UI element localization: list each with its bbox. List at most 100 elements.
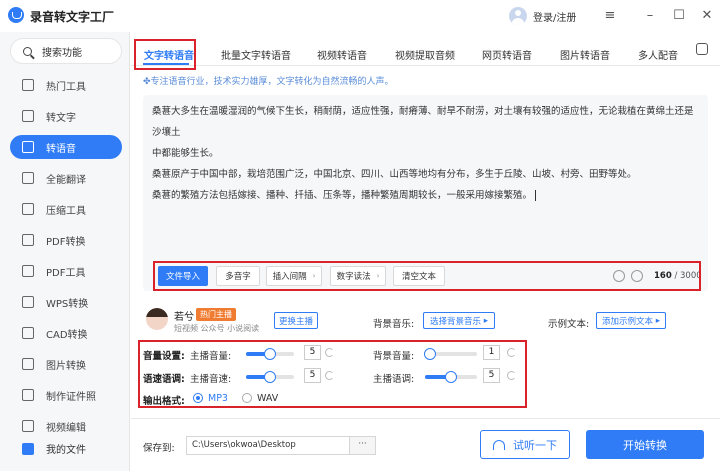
tab-webpage-to-speech[interactable]: 网页转语音 — [482, 47, 532, 62]
editor-line: 桑葚的繁殖方法包括嫁接、播种、扦插、压条等，播种繁殖周期较长，一般采用嫁接繁殖。 — [152, 185, 700, 206]
add-sample-text-button[interactable]: 添加示例文本 ▸ — [596, 312, 666, 329]
format-wav-radio[interactable] — [242, 393, 252, 403]
sidebar-item-label: 制作证件照 — [46, 391, 96, 403]
reset-icon[interactable] — [507, 371, 516, 380]
anchor-tone-value[interactable]: 5 — [483, 368, 500, 383]
hot-anchor-badge: 热门主播 — [196, 308, 236, 321]
sidebar-item-label: 转语音 — [46, 143, 76, 155]
slider-thumb[interactable] — [264, 371, 276, 383]
folder-icon — [22, 442, 34, 455]
tab-video-to-speech[interactable]: 视频转语音 — [317, 47, 367, 62]
reset-icon[interactable] — [325, 371, 334, 380]
editor-content[interactable]: 桑葚大多生在温暖湿润的气候下生长，稍耐荫，适应性强，耐瘠薄、耐旱不耐涝，对土壤有… — [152, 101, 700, 206]
sidebar-item[interactable]: PDF工具 — [10, 259, 122, 283]
anchor-name: 若兮 — [174, 312, 194, 323]
bg-volume-label: 背景音量: — [373, 351, 415, 362]
expand-icon[interactable] — [696, 43, 708, 55]
app-title: 录音转文字工厂 — [30, 10, 115, 24]
sidebar-item-label: 全能翻译 — [46, 174, 86, 186]
search-function-label: 搜索功能 — [42, 47, 82, 59]
search-function-button[interactable]: 搜索功能 — [10, 38, 122, 64]
sidebar-item[interactable]: 视频编辑 — [10, 414, 122, 438]
maximize-icon[interactable]: ☐ — [669, 6, 689, 26]
minimize-icon[interactable]: – — [640, 6, 660, 26]
login-link[interactable]: 登录/注册 — [533, 9, 576, 24]
select-bg-music-button[interactable]: 选择背景音乐 ▸ — [423, 312, 495, 329]
anchor-tone-slider[interactable] — [425, 371, 477, 383]
start-convert-button[interactable]: 开始转换 — [586, 430, 704, 459]
pdf-tools-icon — [22, 265, 34, 277]
my-files-label: 我的文件 — [46, 445, 86, 456]
browse-button[interactable]: ··· — [349, 436, 376, 455]
cad-icon — [22, 327, 34, 339]
editor-line: 桑葚大多生在温暖湿润的气候下生长，稍耐荫，适应性强，耐瘠薄、耐旱不耐涝，对土壤有… — [152, 106, 694, 138]
anchor-tags: 短视频 公众号 小说阅读 — [174, 324, 260, 333]
tab-extract-audio[interactable]: 视频提取音频 — [395, 47, 455, 62]
reset-icon[interactable] — [507, 348, 516, 357]
tab-multi-voice[interactable]: 多人配音 — [638, 47, 678, 62]
volume-settings-label: 音量设置: — [143, 351, 185, 362]
headphones-icon — [493, 439, 505, 450]
format-wav-label[interactable]: WAV — [257, 393, 278, 404]
video-edit-icon — [22, 420, 34, 432]
fire-icon — [22, 79, 34, 91]
sidebar-item[interactable]: WPS转换 — [10, 290, 122, 314]
translate-icon — [22, 172, 34, 184]
slider-thumb[interactable] — [445, 371, 457, 383]
anchor-volume-label: 主播音量: — [190, 351, 232, 362]
change-anchor-button[interactable]: 更换主播 — [274, 312, 318, 329]
reset-icon[interactable] — [325, 348, 334, 357]
anchor-volume-value[interactable]: 5 — [304, 345, 321, 360]
image-convert-icon — [22, 358, 34, 370]
text-convert-icon — [22, 110, 34, 122]
login-area[interactable]: 登录/注册 — [509, 7, 576, 25]
editor-line: 中都能够生长。 — [152, 148, 219, 159]
sidebar-item-label: CAD转换 — [46, 329, 88, 341]
id-photo-icon — [22, 389, 34, 401]
bg-volume-slider[interactable] — [424, 348, 477, 360]
sidebar-item-label: PDF转换 — [46, 236, 86, 248]
sidebar-item[interactable]: PDF转换 — [10, 228, 122, 252]
compress-icon — [22, 203, 34, 215]
tab-image-to-speech[interactable]: 图片转语音 — [560, 47, 610, 62]
output-format-label: 输出格式: — [143, 396, 185, 407]
sidebar-item[interactable]: 转文字 — [10, 104, 122, 128]
slider-thumb[interactable] — [264, 348, 276, 360]
sidebar-item-label: PDF工具 — [46, 267, 86, 279]
tab-batch-text-to-speech[interactable]: 批量文字转语音 — [221, 47, 291, 62]
text-caret — [535, 190, 537, 201]
save-to-label: 保存到: — [143, 443, 175, 454]
format-mp3-radio[interactable] — [193, 393, 203, 403]
sidebar-item[interactable]: CAD转换 — [10, 321, 122, 345]
sidebar-item[interactable]: 转语音 — [10, 135, 122, 159]
wps-icon — [22, 296, 34, 308]
save-path-field[interactable]: C:\Users\okwoa\Desktop — [186, 436, 350, 455]
sidebar-item[interactable]: 压缩工具 — [10, 197, 122, 221]
anchor-avatar[interactable] — [146, 308, 168, 330]
bg-music-label: 背景音乐: — [373, 319, 415, 330]
user-avatar-icon[interactable] — [509, 7, 527, 25]
sidebar-item-label: 图片转换 — [46, 360, 86, 372]
format-mp3-label[interactable]: MP3 — [208, 393, 228, 404]
bg-volume-value[interactable]: 1 — [483, 345, 500, 360]
listen-button[interactable]: 试听一下 — [480, 430, 570, 459]
close-icon[interactable]: ✕ — [697, 6, 717, 26]
editor-line: 桑葚原产于中国中部，栽培范围广泛，中国北京、四川、山西等地均有分布，多生于丘陵、… — [152, 169, 637, 180]
sidebar-item-label: WPS转换 — [46, 298, 89, 310]
anchor-volume-slider[interactable] — [246, 348, 294, 360]
speed-tone-label: 语速语调: — [143, 374, 185, 385]
sample-text-label: 示例文本: — [548, 319, 590, 330]
speech-icon — [22, 141, 34, 153]
menu-icon[interactable]: ≡ — [600, 6, 620, 26]
search-icon — [23, 46, 32, 56]
anchor-speed-slider[interactable] — [246, 371, 294, 383]
anchor-speed-value[interactable]: 5 — [304, 368, 321, 383]
sidebar-item-label: 转文字 — [46, 112, 76, 124]
my-files-button[interactable]: 我的文件 — [10, 441, 86, 456]
sidebar-item[interactable]: 全能翻译 — [10, 166, 122, 190]
sidebar-item[interactable]: 图片转换 — [10, 352, 122, 376]
slogan-text: ✤专注语音行业，技术实力雄厚，文字转化为自然流畅的人声。 — [143, 77, 394, 87]
sidebar-item[interactable]: 制作证件照 — [10, 383, 122, 407]
tab-bar: 文字转语音 批量文字转语音 视频转语音 视频提取音频 网页转语音 图片转语音 多… — [131, 36, 720, 66]
sidebar-item[interactable]: 热门工具 — [10, 73, 122, 97]
